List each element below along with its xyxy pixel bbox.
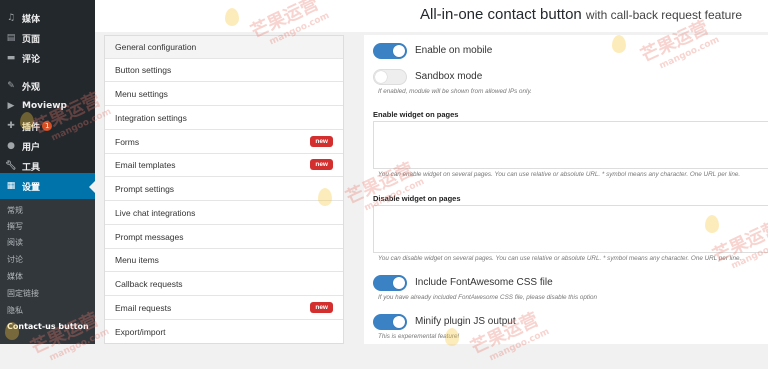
nav-label: Menu settings [115,89,168,99]
toggle-knob [393,45,405,57]
nav-label: Menu items [115,255,159,265]
sidebar-item-label: 用户 [22,142,41,153]
nav-label: Prompt messages [115,232,184,242]
sandbox-mode-toggle[interactable] [373,69,407,85]
nav-label: Button settings [115,65,172,75]
nav-email-templates[interactable]: Email templates new [105,154,343,177]
enable-mobile-toggle[interactable] [373,43,407,59]
media-icon: ♫ [6,13,16,23]
sidebar-item-label: 评论 [22,54,41,65]
toggle-knob [375,71,387,83]
disable-pages-help: You can disable widget on several pages.… [378,255,742,262]
nav-general-configuration[interactable]: General configuration [105,36,343,59]
page-header: All-in-one contact button with call-back… [95,0,768,32]
fontawesome-help: If you have already included FontAwesome… [378,294,598,301]
toggle-knob [393,316,405,328]
nav-label: Export/import [115,326,166,337]
sidebar-item-label: 设置 [22,182,41,193]
brush-icon: ✎ [7,81,15,91]
fontawesome-label: Include FontAwesome CSS file [415,277,553,288]
sidebar-item-comments[interactable]: ▬ 评论 [0,45,95,71]
sidebar-item-label: 页面 [22,34,41,45]
watermark-logo-icon [612,35,626,53]
nav-label: Live chat integrations [115,208,196,218]
plugin-icon: ✚ [7,121,15,131]
new-badge: new [310,302,333,313]
fontawesome-toggle[interactable] [373,275,407,291]
sidebar-item-label: 外观 [22,82,41,93]
nav-prompt-messages[interactable]: Prompt messages [105,226,343,249]
watermark-logo-icon [225,8,239,26]
admin-sidebar: ♫ 媒体 ▤ 页面 ▬ 评论 ✎ 外观 ▶ Moviewp ✚ 插件 1 ● 用… [0,0,95,344]
nav-prompt-settings[interactable]: Prompt settings [105,178,343,201]
settings-panel: Enable on mobile Sandbox mode If enabled… [364,35,768,344]
play-icon: ▶ [7,101,15,111]
settings-nav: General configuration Button settings Me… [104,35,344,344]
enable-pages-textarea[interactable] [373,121,768,169]
page-subtitle: with call-back request feature [585,8,742,22]
nav-label: Prompt settings [115,184,175,194]
watermark-logo-icon [5,322,19,340]
sidebar-item-settings[interactable]: ▦ 设置 [0,173,95,199]
watermark-logo-icon [705,215,719,233]
submenu-privacy[interactable]: 隐私 [7,305,23,316]
toggle-knob [393,277,405,289]
nav-live-chat-integrations[interactable]: Live chat integrations [105,202,343,225]
nav-label: Email templates [115,160,176,170]
nav-label: Forms [115,137,140,147]
minify-js-toggle[interactable] [373,314,407,330]
comment-icon: ▬ [6,53,16,63]
nav-export-import[interactable]: Export/import [105,320,343,343]
sandbox-mode-label: Sandbox mode [415,71,483,82]
nav-button-settings[interactable]: Button settings [105,59,343,82]
nav-label: Email requests [115,303,172,313]
nav-menu-settings[interactable]: Menu settings [105,83,343,106]
sidebar-item-label: 媒体 [22,14,41,25]
user-icon: ● [7,141,15,151]
nav-callback-requests[interactable]: Callback requests [105,273,343,296]
nav-integration-settings[interactable]: Integration settings [105,107,343,130]
watermark-logo-icon [318,188,332,206]
nav-email-requests[interactable]: Email requests new [105,297,343,320]
settings-icon: ▦ [6,181,16,191]
submenu-reading[interactable]: 阅读 [7,237,23,248]
enable-mobile-label: Enable on mobile [415,45,493,56]
submenu-permalinks[interactable]: 固定链接 [7,288,39,299]
enable-pages-help: You can enable widget on several pages. … [378,171,741,178]
submenu-media[interactable]: 媒体 [7,271,23,282]
enable-pages-label: Enable widget on pages [373,110,459,119]
submenu-discussion[interactable]: 讨论 [7,254,23,265]
submenu-general[interactable]: 常规 [7,205,23,216]
wrench-icon: 🔧︎ [5,161,17,171]
nav-label: Callback requests [115,279,183,289]
sidebar-item-label: 工具 [22,162,41,173]
sandbox-help-text: If enabled, module will be shown from al… [378,88,532,95]
page-icon: ▤ [6,33,16,43]
page-title-text: All-in-one contact button [419,6,582,23]
nav-label: Integration settings [115,113,187,123]
nav-label: General configuration [115,42,197,52]
new-badge: new [310,159,333,170]
watermark-logo-icon [445,328,459,346]
nav-forms[interactable]: Forms new [105,131,343,154]
submenu-writing[interactable]: 撰写 [7,221,23,232]
nav-menu-items[interactable]: Menu items [105,249,343,272]
new-badge: new [310,136,333,147]
